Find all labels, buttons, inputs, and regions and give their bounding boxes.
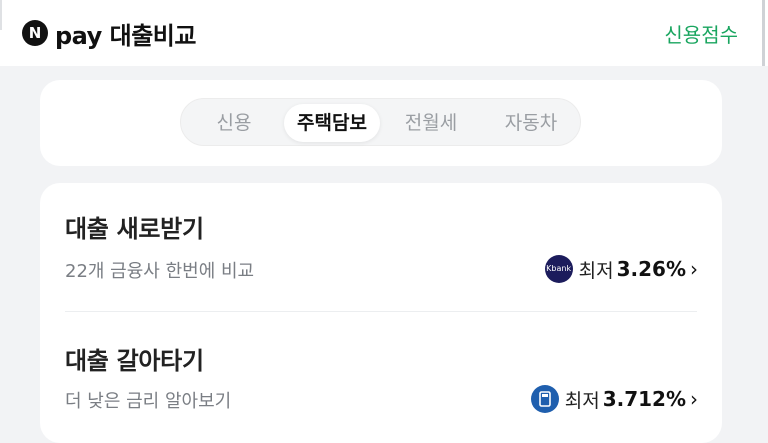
chevron-right-icon: ›	[690, 257, 698, 281]
chevron-right-icon: ›	[690, 387, 698, 411]
brand-title[interactable]: pay 대출비교	[55, 16, 196, 51]
naver-logo-icon[interactable]: N	[22, 20, 48, 46]
item-subtitle: 더 낮은 금리 알아보기	[65, 391, 232, 412]
item-title: 대출 갈아타기	[65, 347, 204, 375]
kbank-logo-icon: Kbank	[544, 255, 573, 283]
credit-score-link[interactable]: 신용점수	[664, 19, 738, 48]
loan-category-tabs: 신용 주택담보 전월세 자동차	[180, 98, 581, 146]
loan-options-list: 대출 새로받기 22개 금융사 한번에 비교 Kbank 최저 3.26% › …	[40, 183, 722, 443]
rate-info[interactable]: 최저 3.712% ›	[530, 385, 698, 413]
tab-jeonse-rent[interactable]: 전월세	[391, 104, 471, 142]
window-edge	[0, 0, 2, 30]
tab-auto[interactable]: 자동차	[486, 104, 576, 142]
card-icon-svg	[538, 391, 551, 407]
rate-value: 3.26%	[616, 257, 686, 281]
rate-label: 최저	[578, 259, 614, 282]
divider	[65, 311, 697, 312]
rate-info[interactable]: Kbank 최저 3.26% ›	[544, 255, 698, 283]
loan-category-card: 신용 주택담보 전월세 자동차	[40, 80, 722, 166]
item-subtitle: 22개 금융사 한번에 비교	[65, 261, 255, 282]
rate-label: 최저	[564, 389, 600, 412]
card-icon	[530, 385, 559, 413]
tab-mortgage[interactable]: 주택담보	[284, 104, 380, 142]
item-title: 대출 새로받기	[65, 215, 204, 243]
scrollbar[interactable]	[762, 0, 765, 66]
rate-value: 3.712%	[602, 387, 686, 411]
tab-credit[interactable]: 신용	[199, 104, 269, 142]
top-header: N pay 대출비교 신용점수	[0, 0, 768, 66]
